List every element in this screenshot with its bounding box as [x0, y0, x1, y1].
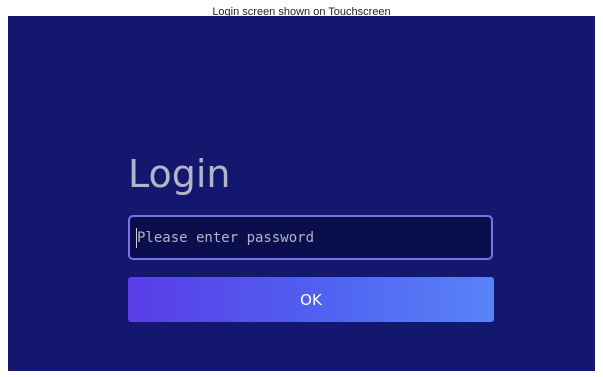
top-caption-bar: Login screen shown on Touchscreen [0, 0, 603, 16]
login-title: Login [128, 152, 231, 196]
text-cursor [136, 228, 137, 248]
password-input[interactable] [130, 217, 491, 258]
top-caption-text: Login screen shown on Touchscreen [212, 6, 391, 17]
password-field[interactable] [128, 215, 493, 260]
ok-button[interactable]: OK [128, 277, 494, 322]
